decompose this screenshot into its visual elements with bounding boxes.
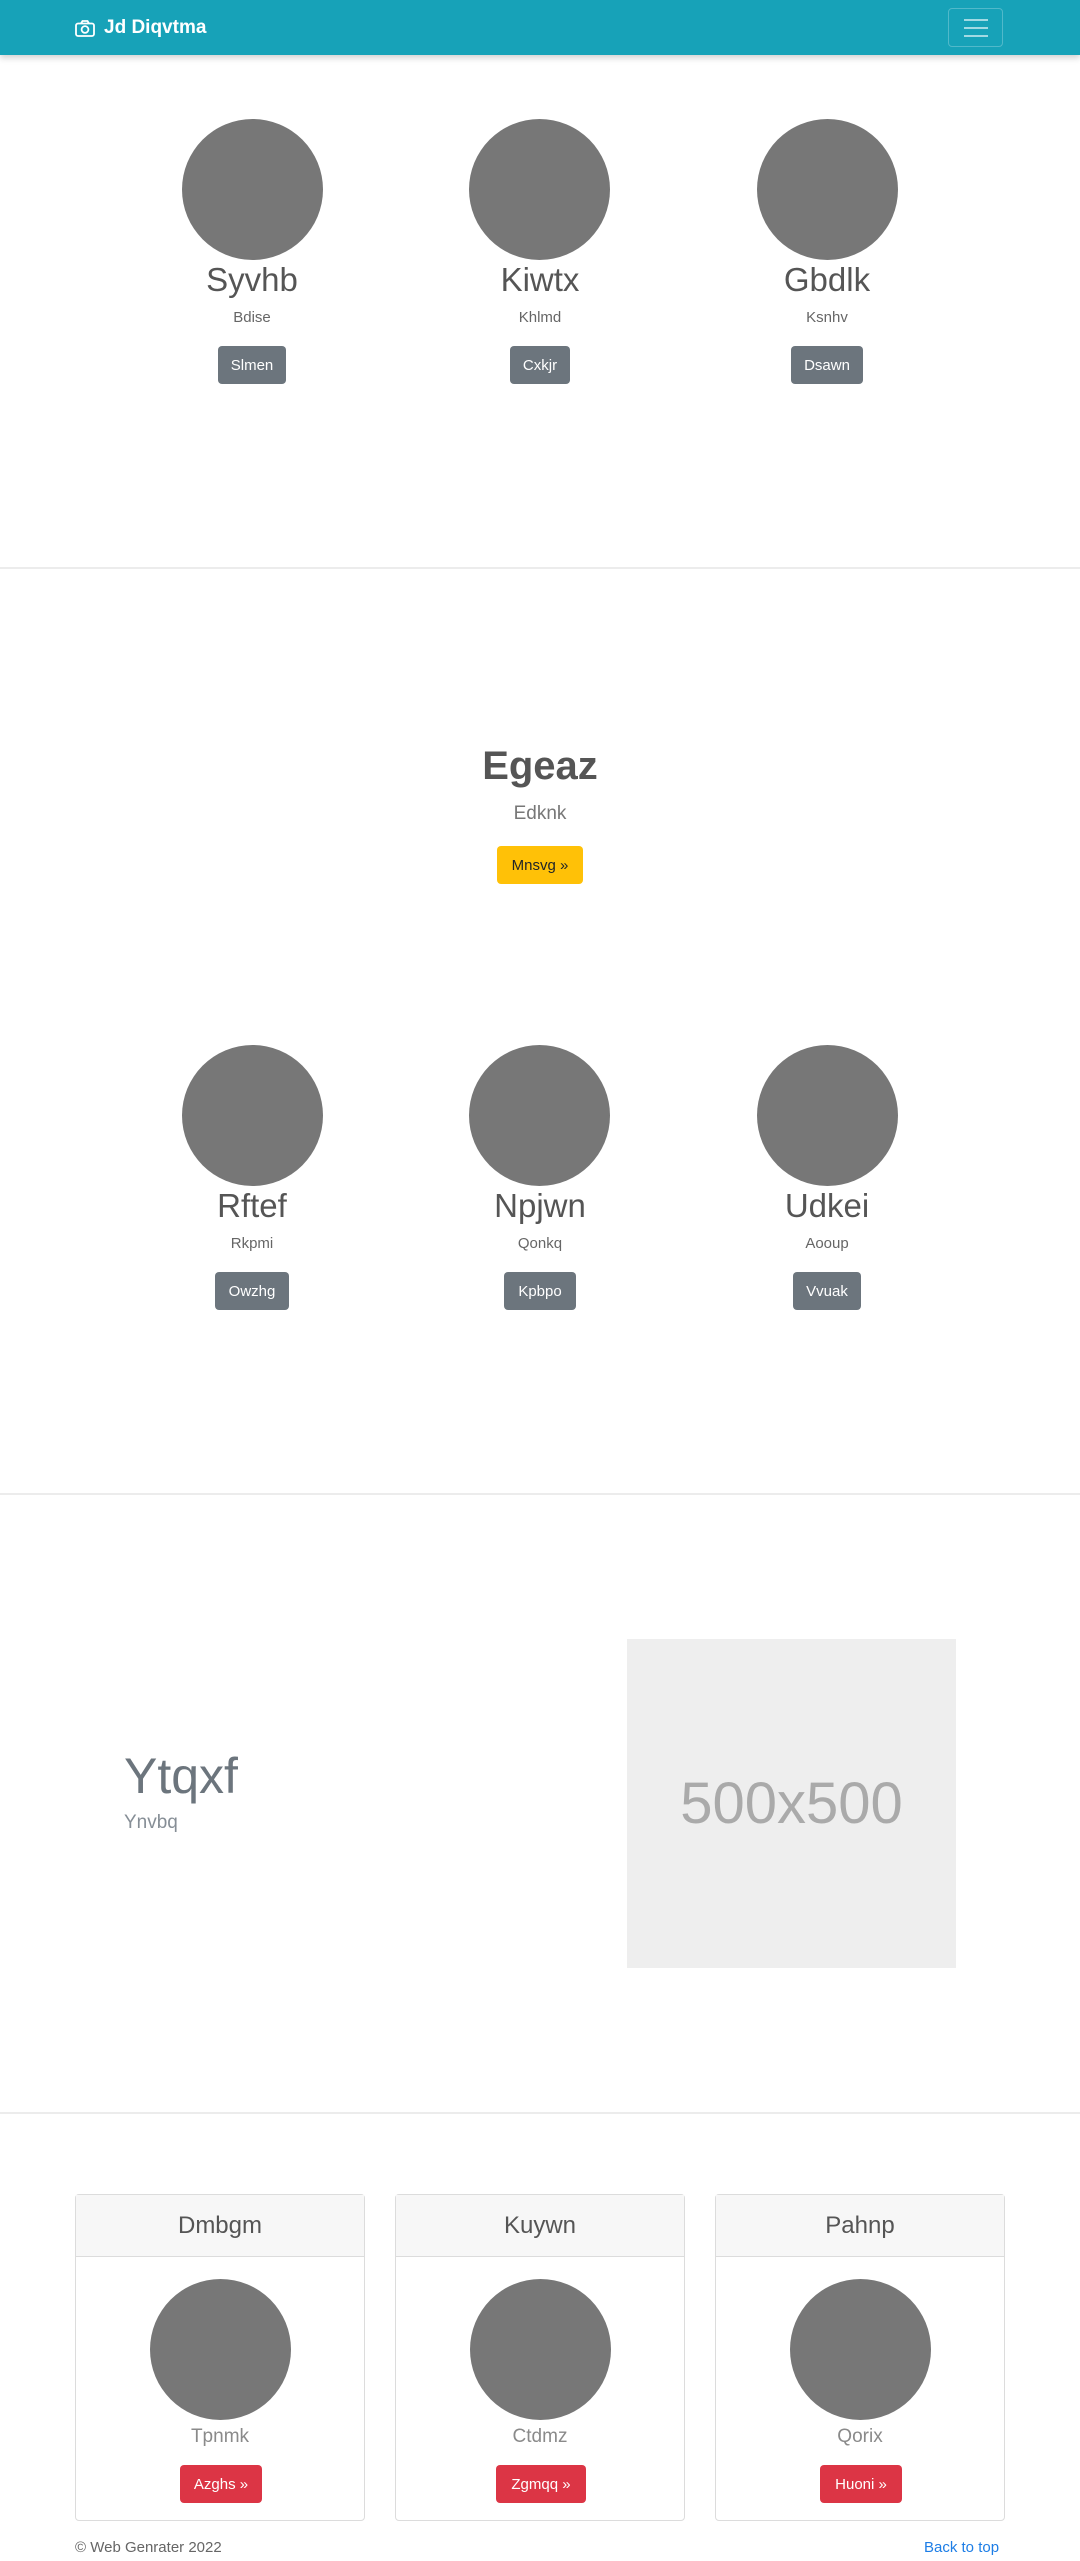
card-header: Pahnp — [716, 2195, 1004, 2257]
navbar-brand[interactable]: Jd Diqvtma — [75, 16, 206, 40]
placeholder-image: 500x500 — [627, 1639, 956, 1968]
avatar — [469, 119, 610, 260]
member-name: Rftef — [217, 1187, 287, 1224]
hamburger-menu-icon[interactable] — [948, 8, 1003, 47]
jumbotron-subtitle: Edknk — [513, 803, 567, 824]
card-button[interactable]: Huoni » — [820, 2465, 902, 2503]
member-button[interactable]: Owzhg — [215, 1272, 289, 1310]
card-header: Kuywn — [396, 2195, 684, 2257]
member-name: Npjwn — [494, 1187, 586, 1224]
member-role: Rkpmi — [230, 1235, 274, 1252]
member-name: Gbdlk — [783, 261, 871, 298]
jumbotron-button[interactable]: Mnsvg » — [497, 846, 583, 884]
camera-icon — [75, 19, 95, 37]
section-divider — [0, 2112, 1080, 2114]
member-name: Kiwtx — [500, 261, 580, 298]
card-text: Tpnmk — [190, 2426, 250, 2447]
member-role: Qonkq — [517, 1235, 563, 1252]
member-name: Udkei — [784, 1187, 870, 1224]
feature-title: Ytqxf — [124, 1748, 238, 1804]
member-button[interactable]: Slmen — [218, 346, 286, 384]
avatar — [182, 1045, 323, 1186]
avatar — [757, 1045, 898, 1186]
member-button[interactable]: Kpbpo — [504, 1272, 576, 1310]
member-name: Syvhb — [206, 261, 298, 298]
brand-label: Jd Diqvtma — [104, 17, 207, 38]
card-avatar — [150, 2279, 291, 2420]
card: Pahnp Qorix Huoni » — [715, 2194, 1005, 2521]
navbar: Jd Diqvtma — [0, 0, 1080, 55]
section-divider — [0, 567, 1080, 569]
member-role: Aooup — [805, 1235, 849, 1252]
member-role: Khlmd — [518, 309, 562, 326]
card-avatar — [470, 2279, 611, 2420]
avatar — [757, 119, 898, 260]
feature-subtitle: Ynvbq — [124, 1812, 178, 1833]
jumbotron-title: Egeaz — [482, 744, 598, 788]
member-button[interactable]: Dsawn — [791, 346, 863, 384]
back-to-top-link[interactable]: Back to top — [924, 2539, 999, 2556]
card-button[interactable]: Zgmqq » — [496, 2465, 586, 2503]
card-header: Dmbgm — [76, 2195, 364, 2257]
avatar — [182, 119, 323, 260]
card-avatar — [790, 2279, 931, 2420]
card-text: Qorix — [837, 2426, 883, 2447]
member-button[interactable]: Cxkjr — [510, 346, 570, 384]
member-button[interactable]: Vvuak — [793, 1272, 861, 1310]
member-role: Ksnhv — [806, 309, 848, 326]
card-button[interactable]: Azghs » — [180, 2465, 262, 2503]
member-role: Bdise — [233, 309, 271, 326]
card-text: Ctdmz — [512, 2426, 568, 2447]
avatar — [469, 1045, 610, 1186]
card: Kuywn Ctdmz Zgmqq » — [395, 2194, 685, 2521]
footer-copyright: © Web Genrater 2022 — [75, 2539, 222, 2556]
section-divider — [0, 1493, 1080, 1495]
card: Dmbgm Tpnmk Azghs » — [75, 2194, 365, 2521]
